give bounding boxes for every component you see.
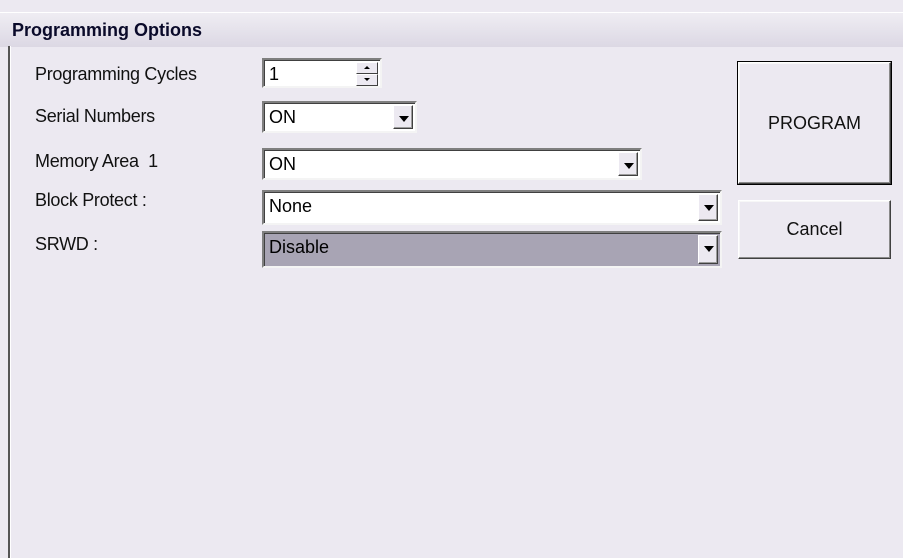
- programming-cycles-spinner[interactable]: 1: [262, 58, 382, 88]
- memory-area-dropdown[interactable]: ON: [262, 148, 642, 180]
- spin-down-button[interactable]: [356, 74, 378, 86]
- programming-options-dialog: Programming Options Programming Cycles 1…: [0, 0, 903, 558]
- srwd-dropdown-button[interactable]: [698, 235, 718, 264]
- chevron-down-icon: [399, 116, 409, 122]
- spin-up-icon: [364, 66, 370, 69]
- block-protect-dropdown-button[interactable]: [698, 194, 718, 221]
- programming-cycles-value[interactable]: 1: [269, 64, 279, 85]
- serial-numbers-dropdown[interactable]: ON: [262, 101, 417, 133]
- memory-area-value: ON: [269, 154, 296, 174]
- block-protect-value: None: [269, 196, 313, 216]
- memory-area-label: Memory Area 1: [35, 151, 158, 171]
- dialog-title: Programming Options: [12, 20, 203, 40]
- program-button[interactable]: PROGRAM: [737, 61, 892, 185]
- programming-cycles-label: Programming Cycles: [35, 64, 197, 84]
- serial-numbers-dropdown-button[interactable]: [393, 105, 413, 129]
- spin-down-icon: [364, 78, 370, 81]
- title-bar[interactable]: Programming Options: [0, 12, 903, 47]
- srwd-dropdown[interactable]: Disable: [262, 231, 722, 268]
- serial-numbers-value: ON: [269, 107, 296, 127]
- chevron-down-icon: [704, 205, 714, 211]
- block-protect-label: Block Protect :: [35, 190, 147, 210]
- serial-numbers-label: Serial Numbers: [35, 106, 155, 126]
- spin-up-button[interactable]: [356, 62, 378, 74]
- srwd-value: Disable: [269, 237, 330, 257]
- memory-area-dropdown-button[interactable]: [618, 152, 638, 176]
- window-left-border: [8, 46, 11, 558]
- srwd-label: SRWD :: [35, 234, 98, 254]
- chevron-down-icon: [704, 246, 714, 252]
- chevron-down-icon: [624, 163, 634, 169]
- program-button-label: PROGRAM: [767, 113, 861, 133]
- cancel-button-label: Cancel: [786, 219, 843, 239]
- spin-buttons: [356, 62, 378, 86]
- cancel-button[interactable]: Cancel: [738, 200, 891, 259]
- block-protect-dropdown[interactable]: None: [262, 190, 722, 225]
